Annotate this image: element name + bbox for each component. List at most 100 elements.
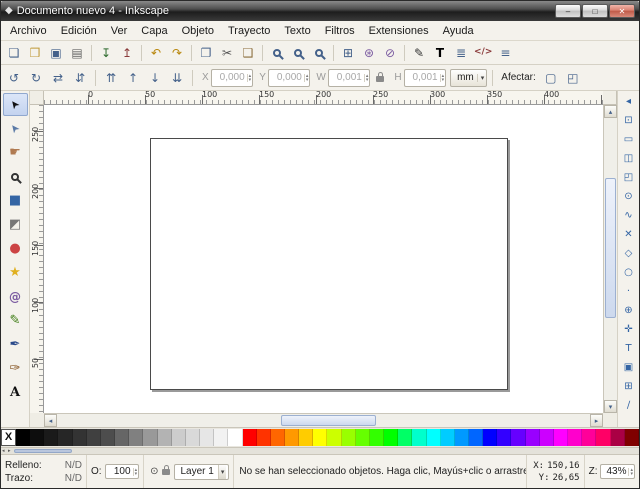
h-field[interactable]: 0,001▴▾ [404, 69, 447, 87]
lower-button[interactable]: ↓ [145, 68, 165, 88]
menu-filtros[interactable]: Filtros [318, 23, 362, 39]
x-field-spinner[interactable]: ▴▾ [247, 74, 253, 82]
vertical-scrollbar[interactable]: ▴ ▾ [603, 105, 617, 413]
text-tool[interactable]: A [3, 381, 28, 404]
palette-swatch[interactable] [469, 429, 483, 446]
palette-swatch[interactable] [186, 429, 200, 446]
layer-visibility-button[interactable]: ⊙ [148, 466, 160, 477]
lock-ratio-toggle[interactable] [372, 68, 388, 88]
spin-down-icon[interactable]: ▾ [442, 78, 445, 82]
horizontal-scrollbar[interactable]: ◂ ▸ [44, 413, 603, 427]
snapbar-collapse-button[interactable]: ◂ [619, 92, 638, 111]
rotate-cw-button[interactable]: ↻ [26, 68, 46, 88]
ellipse-tool[interactable]: ● [3, 237, 28, 260]
palette-swatch[interactable] [172, 429, 186, 446]
snap-object-centers-toggle[interactable]: ⊕ [619, 301, 638, 320]
selector-tool[interactable]: ➤ [3, 93, 28, 116]
unlink-clone-button[interactable]: ⊘ [380, 43, 400, 63]
spin-down-icon[interactable]: ▾ [366, 78, 369, 82]
snap-nodes-toggle[interactable]: ⊙ [619, 187, 638, 206]
scroll-right-icon[interactable]: ▸ [590, 414, 603, 427]
x-field[interactable]: 0,000▴▾ [211, 69, 254, 87]
snap-bbox-corners-toggle[interactable]: ◰ [619, 168, 638, 187]
palette-swatch[interactable] [511, 429, 525, 446]
open-button[interactable]: ❒ [25, 43, 45, 63]
raise-top-button[interactable]: ⇈ [101, 68, 121, 88]
rectangle-tool[interactable]: ■ [3, 189, 28, 212]
palette-swatch[interactable] [625, 429, 639, 446]
opacity-spinner[interactable]: ▴ ▾ [133, 468, 139, 476]
spin-down-icon[interactable]: ▾ [135, 472, 138, 476]
zoom-spinner[interactable]: ▴ ▾ [628, 468, 634, 476]
lower-bottom-button[interactable]: ⇊ [167, 68, 187, 88]
snap-bbox-edges-toggle[interactable]: ◫ [619, 149, 638, 168]
palette-none-swatch[interactable]: X [1, 429, 16, 446]
save-button[interactable]: ▣ [46, 43, 66, 63]
snap-page-border-toggle[interactable]: ▣ [619, 358, 638, 377]
palette-scroll-right-icon[interactable]: ▸ [8, 448, 11, 454]
palette-swatch[interactable] [200, 429, 214, 446]
copy-button[interactable]: ❐ [196, 43, 216, 63]
menu-extensiones[interactable]: Extensiones [362, 23, 436, 39]
palette-scroll-thumb[interactable] [14, 449, 72, 453]
palette-swatch[interactable] [30, 429, 44, 446]
star-tool[interactable]: ★ [3, 261, 28, 284]
canvas-viewport[interactable] [44, 105, 603, 413]
snap-paths-toggle[interactable]: ∿ [619, 206, 638, 225]
fill-stroke-indicator[interactable]: Relleno: N/D Trazo: N/D [1, 455, 87, 488]
spin-down-icon[interactable]: ▾ [630, 472, 633, 476]
palette-swatch[interactable] [526, 429, 540, 446]
palette-swatch[interactable] [214, 429, 228, 446]
menu-archivo[interactable]: Archivo [3, 23, 54, 39]
palette-swatch[interactable] [582, 429, 596, 446]
menu-edicion[interactable]: Edición [54, 23, 104, 39]
redo-button[interactable]: ↷ [167, 43, 187, 63]
text-dialog-button[interactable]: T [430, 43, 450, 63]
palette-swatch[interactable] [158, 429, 172, 446]
opacity-field[interactable]: 100 ▴ ▾ [105, 464, 140, 479]
palette-swatch[interactable] [101, 429, 115, 446]
snap-enable-toggle[interactable]: ⊡ [619, 111, 638, 130]
menu-ayuda[interactable]: Ayuda [436, 23, 481, 39]
zoom-field[interactable]: 43% ▴ ▾ [600, 464, 635, 479]
flip-vertical-button[interactable]: ⇵ [70, 68, 90, 88]
palette-swatch[interactable] [441, 429, 455, 446]
palette-swatch[interactable] [44, 429, 58, 446]
zoom-drawing-button[interactable] [288, 43, 308, 63]
snap-cusp-nodes-toggle[interactable]: ◇ [619, 244, 638, 263]
palette-swatch[interactable] [143, 429, 157, 446]
palette-swatch[interactable] [596, 429, 610, 446]
palette-swatch[interactable] [87, 429, 101, 446]
w-field[interactable]: 0,001▴▾ [328, 69, 371, 87]
xml-editor-button[interactable]: </> [472, 43, 494, 63]
palette-swatch[interactable] [271, 429, 285, 446]
snap-text-baseline-toggle[interactable]: T [619, 339, 638, 358]
layer-lock-button[interactable] [160, 466, 172, 478]
snap-guides-toggle[interactable]: ∕ [619, 396, 638, 415]
affect-corners-toggle[interactable]: ◰ [563, 68, 583, 88]
vertical-scroll-track[interactable] [604, 118, 617, 400]
flip-horizontal-button[interactable]: ⇄ [48, 68, 68, 88]
palette-swatch[interactable] [398, 429, 412, 446]
horizontal-ruler[interactable]: 050100150200250300350400 [44, 91, 603, 105]
clone-button[interactable]: ⊛ [359, 43, 379, 63]
palette-swatch[interactable] [611, 429, 625, 446]
snap-bbox-toggle[interactable]: ▭ [619, 130, 638, 149]
palette-swatch[interactable] [16, 429, 30, 446]
palette-swatch[interactable] [568, 429, 582, 446]
new-document-button[interactable]: ❏ [4, 43, 24, 63]
palette-swatch[interactable] [129, 429, 143, 446]
vertical-scroll-thumb[interactable] [605, 178, 616, 318]
snap-rotation-centers-toggle[interactable]: ✛ [619, 320, 638, 339]
menu-trayecto[interactable]: Trayecto [221, 23, 277, 39]
menu-ver[interactable]: Ver [104, 23, 135, 39]
node-tool[interactable]: ➤ [3, 117, 28, 140]
palette-swatch[interactable] [356, 429, 370, 446]
palette-swatch[interactable] [370, 429, 384, 446]
palette-swatch[interactable] [497, 429, 511, 446]
affect-stroke-toggle[interactable]: ▢ [541, 68, 561, 88]
vertical-ruler[interactable]: 250200150100500 [30, 105, 44, 413]
pen-tool[interactable]: ✒ [3, 333, 28, 356]
palette-swatch[interactable] [427, 429, 441, 446]
scroll-down-icon[interactable]: ▾ [604, 400, 617, 413]
